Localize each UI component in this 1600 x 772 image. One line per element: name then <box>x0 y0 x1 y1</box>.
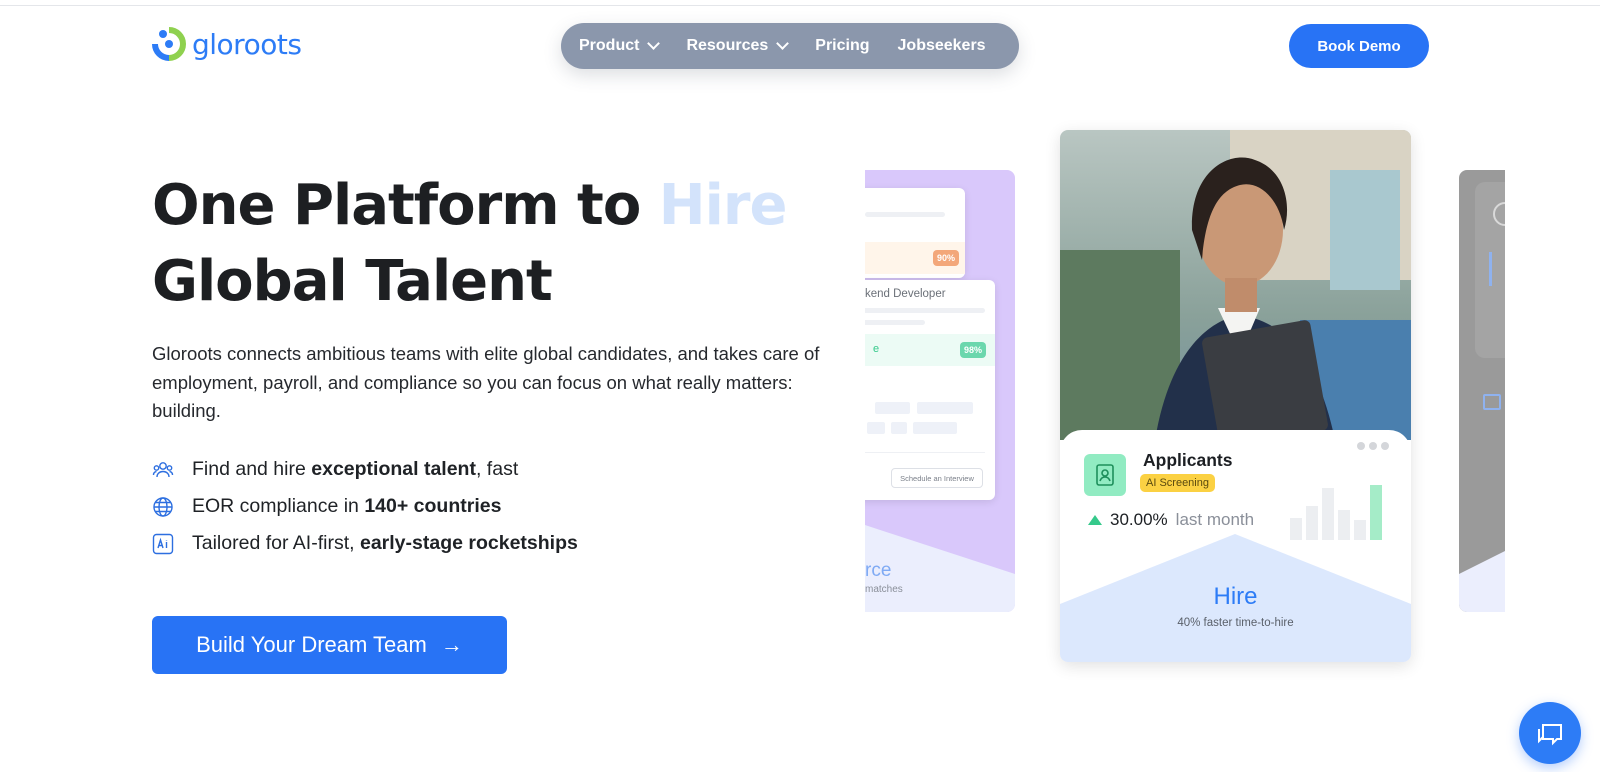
carousel-card-next[interactable] <box>1459 170 1505 612</box>
chevron-down-icon <box>647 37 661 50</box>
people-icon <box>152 459 174 481</box>
placeholder-chip <box>913 422 957 434</box>
indicator-bar <box>1489 252 1492 286</box>
nav-item-product[interactable]: Product <box>579 37 661 55</box>
feature-pre: Tailored for AI-first, <box>192 532 355 554</box>
chevron-down-icon <box>776 37 790 50</box>
carousel-card-hire[interactable]: Applicants AI Screening 30.00% last mont… <box>1060 130 1411 662</box>
chat-button[interactable] <box>1519 702 1581 764</box>
feature-item: Find and hire exceptional talent, fast <box>152 451 578 488</box>
globe-icon <box>152 496 174 518</box>
nav-label: Jobseekers <box>897 37 986 54</box>
nav-item-pricing[interactable]: Pricing <box>815 37 869 55</box>
nav-item-resources[interactable]: Resources <box>686 37 790 55</box>
placeholder-chip <box>891 422 907 434</box>
hero-description: Gloroots connects ambitious teams with e… <box>152 343 820 421</box>
hero-title-part2: Global Talent <box>152 249 553 314</box>
arrow-right-icon: → <box>440 632 463 657</box>
ai-icon <box>152 533 174 555</box>
placeholder-chip <box>875 402 910 414</box>
placeholder-line <box>865 320 925 325</box>
schedule-interview-button: Schedule an Interview <box>891 468 983 488</box>
section-title: Hire <box>1213 583 1258 610</box>
feature-bold: 140+ countries <box>364 495 502 517</box>
section-subtitle: 40% faster time-to-hire <box>1177 617 1294 629</box>
section-subtitle: matches <box>865 584 903 595</box>
job-card: kend Developer e 98% Schedule an Intervi… <box>865 280 995 500</box>
feature-list: Find and hire exceptional talent, fast E… <box>152 451 578 562</box>
feature-pre: Find and hire <box>192 458 306 480</box>
nav-label: Resources <box>686 37 769 54</box>
section-title: rce <box>865 560 892 581</box>
hero-title: One Platform to Hire Global Talent <box>152 168 832 320</box>
feature-item: Tailored for AI-first, early-stage rocke… <box>152 525 578 562</box>
section-triangle <box>1459 551 1505 612</box>
ai-screening-badge: AI Screening <box>1140 474 1215 492</box>
placeholder-line <box>865 308 985 313</box>
hero-title-part1: One Platform to <box>152 173 659 238</box>
more-options-icon[interactable] <box>1357 442 1389 450</box>
logo[interactable]: gloroots <box>152 26 302 62</box>
match-pct-badge: 98% <box>960 342 987 358</box>
feature-item: EOR compliance in 140+ countries <box>152 488 578 525</box>
candidate-photo <box>1060 130 1411 440</box>
feature-post: , fast <box>475 458 519 480</box>
build-dream-team-button[interactable]: Build Your Dream Team → <box>152 616 507 674</box>
panel-title: Applicants <box>1143 450 1233 470</box>
chat-bubbles-icon <box>1538 724 1562 746</box>
applicants-panel: Applicants AI Screening 30.00% last mont… <box>1060 430 1411 662</box>
nav-item-jobseekers[interactable]: Jobseekers <box>898 37 986 55</box>
feature-bold: exceptional talent <box>311 458 476 480</box>
match-fragment: e <box>873 343 880 355</box>
carousel-card-source[interactable]: 90% kend Developer e 98% Schedule an Int… <box>865 170 1015 612</box>
applicant-profile-icon <box>1084 454 1126 496</box>
nav-label: Product <box>579 37 640 54</box>
stat-period: last month <box>1175 510 1255 529</box>
feature-bold: early-stage rocketships <box>359 532 578 554</box>
stat-value: 30.00% <box>1110 510 1168 529</box>
nav-label: Pricing <box>815 37 870 54</box>
trend-up-icon <box>1088 515 1102 525</box>
gloroots-logo-icon <box>152 26 186 62</box>
feature-pre: EOR compliance in <box>192 495 359 517</box>
hero-title-highlight: Hire <box>658 173 788 238</box>
candidate-card: 90% <box>865 188 965 278</box>
applicants-stat: 30.00% last month <box>1088 510 1254 530</box>
bar-chart-icon <box>1290 485 1382 540</box>
cta-label: Build Your Dream Team <box>196 632 427 657</box>
hero-carousel: 90% kend Developer e 98% Schedule an Int… <box>865 120 1505 680</box>
top-divider <box>0 5 1600 6</box>
job-role: kend Developer <box>865 288 946 300</box>
book-demo-button[interactable]: Book Demo <box>1289 24 1429 68</box>
match-pct-badge: 90% <box>933 250 960 266</box>
main-nav: Product Resources Pricing Jobseekers <box>561 23 1019 69</box>
placeholder-chip <box>867 422 885 434</box>
logo-text: gloroots <box>192 27 302 61</box>
divider <box>865 452 985 453</box>
placeholder-chip <box>917 402 973 414</box>
calendar-icon <box>1483 394 1501 410</box>
placeholder-line <box>865 212 945 217</box>
